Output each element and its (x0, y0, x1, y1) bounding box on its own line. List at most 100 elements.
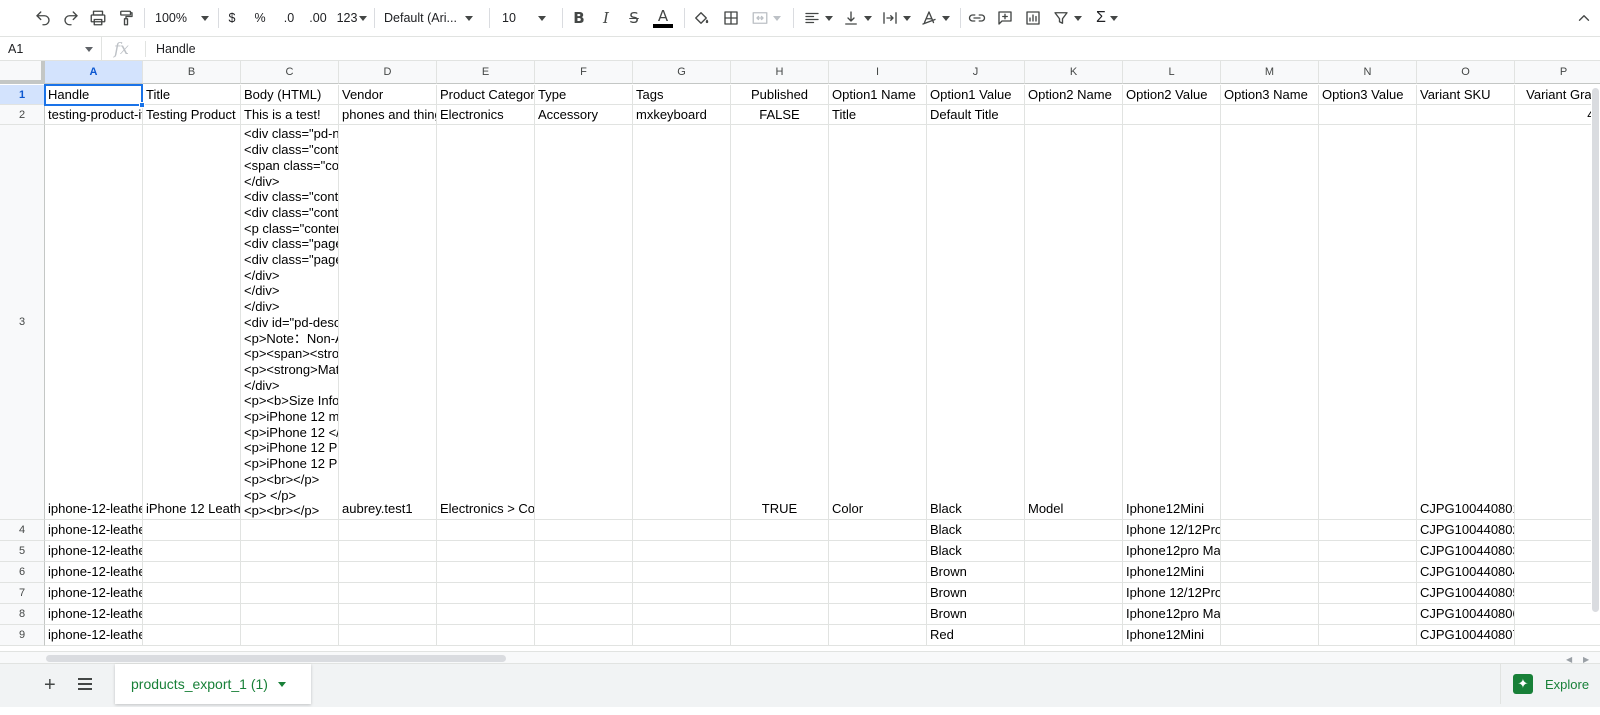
merge-cells-icon[interactable] (749, 5, 783, 31)
cell-n4[interactable] (1319, 520, 1417, 541)
cell-m7[interactable] (1221, 583, 1319, 604)
column-header-h[interactable]: H (731, 61, 829, 84)
row-header-7[interactable]: 7 (0, 583, 45, 604)
cell-j9[interactable]: Red (927, 625, 1025, 646)
cell-f5[interactable] (535, 541, 633, 562)
cell-d8[interactable] (339, 604, 437, 625)
cell-b5[interactable] (143, 541, 241, 562)
cell-d3[interactable]: aubrey.test1 (339, 125, 437, 520)
column-header-b[interactable]: B (143, 61, 241, 84)
cell-a3[interactable]: iphone-12-leather-case (45, 125, 143, 520)
cell-m1[interactable]: Option3 Name (1221, 85, 1319, 105)
column-header-a[interactable]: A (45, 61, 143, 84)
explore-button[interactable]: ✦ Explore (1500, 664, 1600, 704)
cell-b6[interactable] (143, 562, 241, 583)
print-icon[interactable] (87, 5, 109, 31)
cell-i7[interactable] (829, 583, 927, 604)
cell-c8[interactable] (241, 604, 339, 625)
column-header-k[interactable]: K (1025, 61, 1123, 84)
cell-o4[interactable]: CJPG100440802 (1417, 520, 1515, 541)
redo-icon[interactable] (60, 5, 82, 31)
functions-button[interactable]: Σ (1090, 5, 1124, 31)
more-formats-button[interactable]: 123 (336, 5, 368, 31)
cell-m4[interactable] (1221, 520, 1319, 541)
column-header-c[interactable]: C (241, 61, 339, 84)
cell-e9[interactable] (437, 625, 535, 646)
undo-icon[interactable] (32, 5, 54, 31)
cell-l9[interactable]: Iphone12Mini (1123, 625, 1221, 646)
cell-e7[interactable] (437, 583, 535, 604)
chart-icon[interactable] (1022, 5, 1044, 31)
collapse-toolbar-icon[interactable] (1574, 5, 1594, 31)
column-header-o[interactable]: O (1417, 61, 1515, 84)
row-header-5[interactable]: 5 (0, 541, 45, 562)
cell-n3[interactable] (1319, 125, 1417, 520)
cell-m5[interactable] (1221, 541, 1319, 562)
cell-g9[interactable] (633, 625, 731, 646)
cell-h1[interactable]: Published (731, 85, 829, 105)
row-header-8[interactable]: 8 (0, 604, 45, 625)
comment-icon[interactable] (994, 5, 1016, 31)
cell-o1[interactable]: Variant SKU (1417, 85, 1515, 105)
bold-button[interactable]: B (570, 5, 588, 31)
cell-g4[interactable] (633, 520, 731, 541)
cell-n9[interactable] (1319, 625, 1417, 646)
font-size-select[interactable]: 10 (502, 5, 552, 31)
cell-d7[interactable] (339, 583, 437, 604)
column-header-f[interactable]: F (535, 61, 633, 84)
cell-b1[interactable]: Title (143, 85, 241, 105)
cell-e2[interactable]: Electronics (437, 105, 535, 125)
cell-j3[interactable]: Black (927, 125, 1025, 520)
cell-m8[interactable] (1221, 604, 1319, 625)
cell-a9[interactable]: iphone-12-leather-case (45, 625, 143, 646)
cell-o6[interactable]: CJPG100440804 (1417, 562, 1515, 583)
cell-n7[interactable] (1319, 583, 1417, 604)
cell-g3[interactable] (633, 125, 731, 520)
cell-h2[interactable]: FALSE (731, 105, 829, 125)
cell-h5[interactable] (731, 541, 829, 562)
cell-a2[interactable]: testing-product-item (45, 105, 143, 125)
filter-icon[interactable] (1050, 5, 1084, 31)
cell-c1[interactable]: Body (HTML) (241, 85, 339, 105)
cell-l3[interactable]: Iphone12Mini (1123, 125, 1221, 520)
cell-d6[interactable] (339, 562, 437, 583)
cell-c6[interactable] (241, 562, 339, 583)
cell-c4[interactable] (241, 520, 339, 541)
cell-j5[interactable]: Black (927, 541, 1025, 562)
cell-m2[interactable] (1221, 105, 1319, 125)
cell-p8[interactable] (1515, 604, 1600, 625)
cell-g1[interactable]: Tags (633, 85, 731, 105)
cell-b8[interactable] (143, 604, 241, 625)
cell-l6[interactable]: Iphone12Mini (1123, 562, 1221, 583)
cell-p1[interactable]: Variant Grams (1515, 85, 1600, 105)
cell-a6[interactable]: iphone-12-leather-case (45, 562, 143, 583)
row-header-9[interactable]: 9 (0, 625, 45, 646)
cell-f1[interactable]: Type (535, 85, 633, 105)
cell-l4[interactable]: Iphone 12/12Pro (1123, 520, 1221, 541)
font-family-select[interactable]: Default (Ari... (384, 5, 480, 31)
cell-p2[interactable]: 453 (1515, 105, 1600, 125)
cell-h3[interactable]: TRUE (731, 125, 829, 520)
row-header-1[interactable]: 1 (0, 85, 45, 105)
cell-b3[interactable]: iPhone 12 Leather Case (143, 125, 241, 520)
cell-a8[interactable]: iphone-12-leather-case (45, 604, 143, 625)
cell-b9[interactable] (143, 625, 241, 646)
cell-o3[interactable]: CJPG100440801 (1417, 125, 1515, 520)
cell-i3[interactable]: Color (829, 125, 927, 520)
cell-l5[interactable]: Iphone12pro Max (1123, 541, 1221, 562)
cell-n2[interactable] (1319, 105, 1417, 125)
cell-e1[interactable]: Product Category (437, 85, 535, 105)
cell-n1[interactable]: Option3 Value (1319, 85, 1417, 105)
cell-h6[interactable] (731, 562, 829, 583)
sheet-tab[interactable]: products_export_1 (1) (115, 664, 311, 704)
cell-c7[interactable] (241, 583, 339, 604)
cell-b7[interactable] (143, 583, 241, 604)
cell-a7[interactable]: iphone-12-leather-case (45, 583, 143, 604)
column-header-m[interactable]: M (1221, 61, 1319, 84)
cell-k8[interactable] (1025, 604, 1123, 625)
cell-e8[interactable] (437, 604, 535, 625)
cell-j4[interactable]: Black (927, 520, 1025, 541)
cell-j7[interactable]: Brown (927, 583, 1025, 604)
cell-g6[interactable] (633, 562, 731, 583)
column-header-g[interactable]: G (633, 61, 731, 84)
